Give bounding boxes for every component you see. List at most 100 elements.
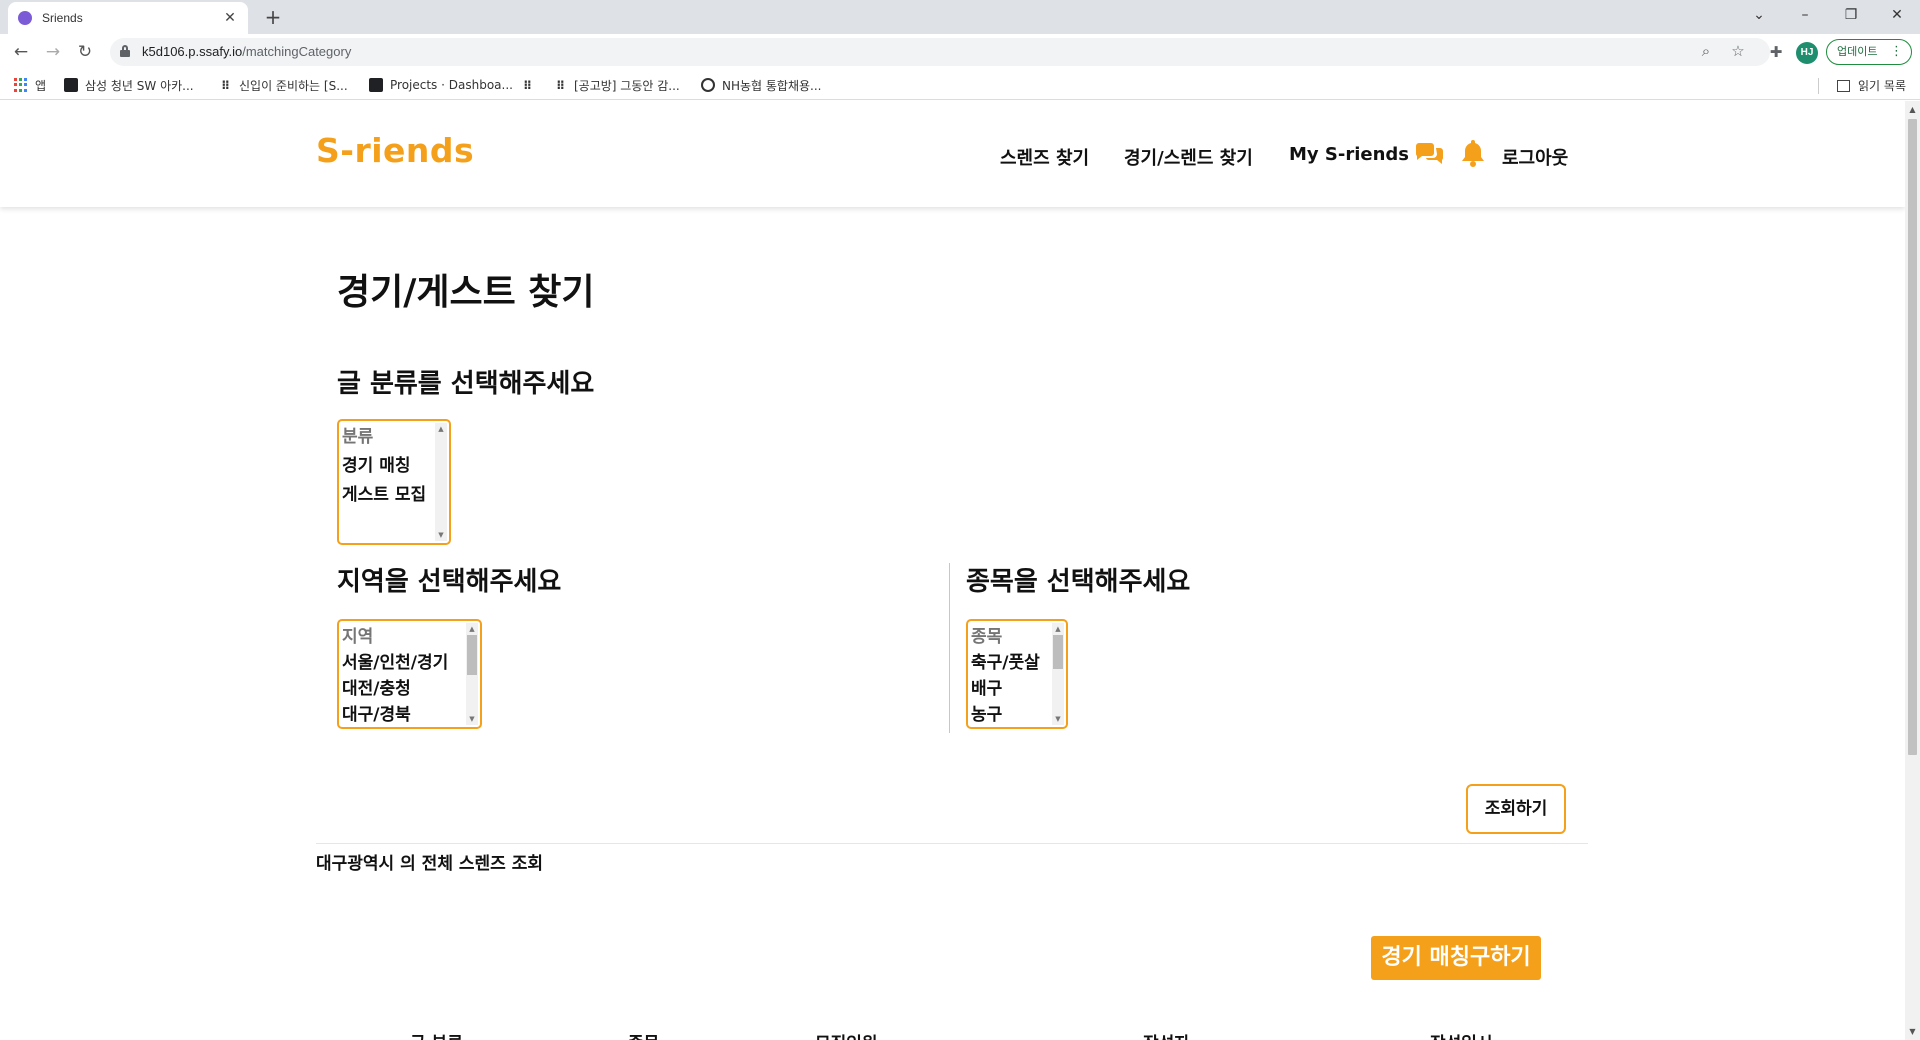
dots-icon: ⁝⁝: [523, 78, 531, 92]
bell-icon[interactable]: [1457, 137, 1489, 169]
forward-icon[interactable]: →: [42, 41, 64, 63]
region-scroll-thumb[interactable]: [467, 635, 477, 675]
bookmark-label: 앱: [35, 78, 47, 93]
sport-select[interactable]: 종목 축구/풋살 배구 농구 ▲ ▼: [966, 619, 1068, 729]
document-icon: [369, 78, 383, 92]
sport-heading: 종목을 선택해주세요: [966, 567, 1191, 597]
bookmark-star-icon[interactable]: ☆: [1728, 42, 1748, 60]
address-bar[interactable]: k5d106.p.ssafy.io/matchingCategory ⌕ ☆: [110, 38, 1770, 66]
region-option[interactable]: 지역: [342, 622, 373, 647]
sport-option[interactable]: 축구/풋살: [971, 648, 1040, 673]
table-header-author: 작성자: [1143, 1029, 1190, 1040]
site-favicon-icon: [18, 11, 32, 25]
scroll-down-icon[interactable]: ▼: [466, 715, 478, 723]
reading-list-button[interactable]: 읽기 목록: [1837, 77, 1906, 94]
nav-my-sriends[interactable]: My S-riends: [1289, 144, 1409, 165]
bookmark-projects[interactable]: Projects · Dashboa...: [369, 77, 513, 93]
new-tab-icon[interactable]: +: [262, 6, 284, 28]
browser-tab[interactable]: Sriends ✕: [8, 2, 248, 34]
search-button[interactable]: 조회하기: [1466, 784, 1566, 834]
zoom-icon[interactable]: ⌕: [1696, 42, 1716, 60]
sport-option[interactable]: 배구: [971, 674, 1002, 699]
sport-option[interactable]: 종목: [971, 622, 1002, 647]
category-heading: 글 분류를 선택해주세요: [337, 369, 595, 399]
scroll-down-icon[interactable]: ▼: [1052, 715, 1064, 723]
tab-close-icon[interactable]: ✕: [222, 10, 238, 26]
bookmark-notice[interactable]: ⁝⁝ [공고방] 그동안 감...: [553, 77, 680, 93]
back-icon[interactable]: ←: [10, 41, 32, 63]
bookmark-apps[interactable]: 앱: [14, 77, 46, 93]
scroll-down-icon[interactable]: ▼: [435, 531, 447, 539]
tab-title: Sriends: [42, 11, 83, 25]
tab-search-icon[interactable]: ⌄: [1736, 0, 1782, 30]
table-header-sport: 종목: [628, 1029, 659, 1040]
results-divider: [316, 843, 1588, 844]
region-select[interactable]: 지역 서울/인천/경기 대전/충청 대구/경북 ▲ ▼: [337, 619, 482, 729]
category-option[interactable]: 게스트 모집: [342, 480, 426, 505]
extensions-puzzle-icon[interactable]: ✚: [1766, 42, 1786, 62]
table-header-category: 글 분류: [410, 1029, 463, 1040]
bookmark-nh[interactable]: NH농협 통합채용...: [701, 77, 822, 93]
scroll-up-icon[interactable]: ▲: [466, 625, 478, 633]
table-header-date: 작성일시: [1430, 1029, 1493, 1040]
scroll-up-icon[interactable]: ▲: [435, 425, 447, 433]
category-option[interactable]: 분류: [342, 422, 373, 447]
column-divider: [949, 563, 950, 733]
region-option[interactable]: 서울/인천/경기: [342, 648, 448, 673]
chat-icon[interactable]: [1413, 137, 1445, 169]
sport-scrollbar[interactable]: ▲ ▼: [1052, 623, 1064, 725]
apps-grid-icon: [14, 78, 28, 92]
page-scroll-thumb[interactable]: [1908, 119, 1917, 755]
profile-avatar[interactable]: HJ: [1796, 42, 1818, 64]
bookmark-newbie[interactable]: ⁝⁝ 신입이 준비하는 [S...: [218, 77, 348, 93]
reading-list-label: 읽기 목록: [1858, 79, 1906, 93]
minimize-icon[interactable]: –: [1782, 0, 1828, 30]
page-viewport: S-riends 스렌즈 찾기 경기/스렌드 찾기 My S-riends 로그…: [0, 101, 1905, 1040]
create-match-button[interactable]: 경기 매칭구하기: [1371, 936, 1541, 980]
category-scrollbar[interactable]: ▲ ▼: [435, 423, 447, 541]
url-text: k5d106.p.ssafy.io/matchingCategory: [142, 44, 352, 59]
nav-logout[interactable]: 로그아웃: [1502, 144, 1568, 170]
bookmark-label: NH농협 통합채용...: [722, 78, 822, 93]
bookmark-label: 삼성 청년 SW 아카...: [85, 78, 194, 93]
bookmarks-separator: [1818, 78, 1819, 94]
window-close-icon[interactable]: ✕: [1874, 0, 1920, 30]
nav-find-friends[interactable]: 스렌즈 찾기: [1000, 144, 1089, 170]
document-icon: [64, 78, 78, 92]
sport-scroll-thumb[interactable]: [1053, 635, 1063, 669]
bookmarks-bar: 앱 삼성 청년 SW 아카... ⁝⁝ 신입이 준비하는 [S... Proje…: [0, 70, 1920, 100]
page-scrollbar[interactable]: ▲ ▼: [1905, 101, 1920, 1040]
site-logo[interactable]: S-riends: [316, 131, 474, 170]
reading-list-icon: [1837, 79, 1851, 92]
bookmark-dots[interactable]: ⁝⁝: [520, 77, 541, 93]
browser-toolbar: ← → ↻ k5d106.p.ssafy.io/matchingCategory…: [0, 34, 1920, 70]
sport-option[interactable]: 농구: [971, 700, 1002, 725]
reload-icon[interactable]: ↻: [74, 41, 96, 63]
globe-icon: [701, 78, 715, 92]
bookmark-label: 신입이 준비하는 [S...: [239, 78, 348, 93]
region-option[interactable]: 대전/충청: [342, 674, 411, 699]
update-button[interactable]: 업데이트 ⋮: [1826, 39, 1912, 65]
page-title: 경기/게스트 찾기: [337, 272, 595, 313]
category-option[interactable]: 경기 매칭: [342, 451, 410, 476]
region-scrollbar[interactable]: ▲ ▼: [466, 623, 478, 725]
scroll-up-icon[interactable]: ▲: [1052, 625, 1064, 633]
dots-icon: ⁝⁝: [221, 78, 229, 92]
scroll-up-icon[interactable]: ▲: [1908, 105, 1917, 114]
table-header-capacity: 모집인원: [815, 1029, 878, 1040]
bookmark-ssafy[interactable]: 삼성 청년 SW 아카...: [64, 77, 194, 93]
dots-icon: ⁝⁝: [556, 78, 564, 92]
update-label: 업데이트: [1837, 45, 1878, 58]
region-heading: 지역을 선택해주세요: [337, 567, 562, 597]
bookmark-label: [공고방] 그동안 감...: [574, 78, 680, 93]
bookmark-label: Projects · Dashboa...: [390, 78, 513, 92]
nav-find-match[interactable]: 경기/스렌드 찾기: [1124, 144, 1253, 170]
restore-icon[interactable]: ❐: [1828, 0, 1874, 30]
lock-icon: [120, 45, 130, 57]
category-select[interactable]: 분류 경기 매칭 게스트 모집 ▲ ▼: [337, 419, 451, 545]
browser-tabstrip: Sriends ✕ + ⌄ – ❐ ✕: [0, 0, 1920, 34]
region-option[interactable]: 대구/경북: [342, 700, 411, 725]
result-caption: 대구광역시 의 전체 스렌즈 조회: [316, 854, 543, 874]
site-header: S-riends 스렌즈 찾기 경기/스렌드 찾기 My S-riends 로그…: [0, 101, 1905, 207]
scroll-down-icon[interactable]: ▼: [1908, 1027, 1917, 1036]
